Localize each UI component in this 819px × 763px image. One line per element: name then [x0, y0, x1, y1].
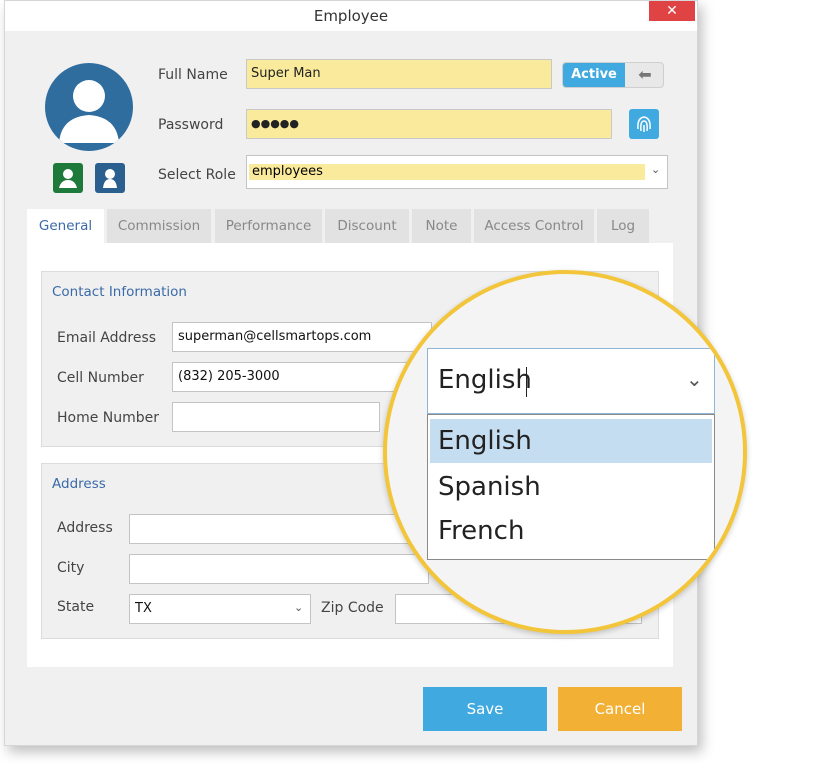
full-name-label: Full Name — [158, 67, 228, 83]
full-name-input[interactable]: Super Man — [246, 59, 552, 89]
language-option-english[interactable]: English — [430, 419, 712, 463]
address-input[interactable] — [129, 514, 429, 544]
email-input[interactable]: superman@cellsmartops.com — [172, 322, 432, 352]
password-label: Password — [158, 117, 224, 133]
text-cursor — [526, 367, 527, 397]
language-select-value: English — [438, 365, 532, 395]
chevron-down-icon: ⌄ — [686, 367, 703, 391]
zip-label: Zip Code — [321, 600, 384, 616]
role-value: employees — [249, 164, 645, 180]
status-toggle[interactable]: Active ⬅ — [562, 62, 664, 88]
city-input[interactable] — [129, 554, 429, 584]
window-title: Employee — [313, 7, 389, 25]
tab-discount[interactable]: Discount — [325, 209, 409, 243]
city-label: City — [57, 560, 85, 576]
language-option-spanish[interactable]: Spanish — [430, 465, 712, 509]
magnifier-lens: English ⌄ English Spanish French — [383, 270, 747, 634]
role-select[interactable]: employees ⌄ — [246, 155, 668, 189]
cell-input[interactable]: (832) 205-3000 — [172, 362, 412, 392]
female-avatar-icon[interactable] — [95, 163, 125, 193]
state-select[interactable]: TX ⌄ — [129, 594, 311, 624]
role-label: Select Role — [158, 167, 236, 183]
home-label: Home Number — [57, 410, 160, 426]
chevron-down-icon: ⌄ — [294, 601, 304, 614]
address-group-title: Address — [52, 476, 106, 492]
contact-group-title: Contact Information — [52, 284, 187, 300]
address-label: Address — [57, 520, 113, 536]
tab-access-control[interactable]: Access Control — [474, 209, 594, 243]
arrow-left-icon: ⬅ — [638, 65, 652, 84]
home-input[interactable] — [172, 402, 380, 432]
tab-general[interactable]: General — [27, 209, 104, 243]
avatar — [45, 63, 133, 151]
password-input[interactable]: ●●●●● — [246, 109, 612, 139]
male-avatar-icon[interactable] — [53, 163, 83, 193]
close-button[interactable]: ✕ — [649, 1, 695, 21]
state-label: State — [57, 599, 95, 615]
language-option-french[interactable]: French — [430, 509, 712, 553]
cancel-button[interactable]: Cancel — [558, 687, 682, 731]
fingerprint-icon[interactable] — [629, 109, 659, 139]
tab-log[interactable]: Log — [597, 209, 649, 243]
tab-note[interactable]: Note — [412, 209, 471, 243]
tab-commission[interactable]: Commission — [107, 209, 211, 243]
cell-label: Cell Number — [57, 370, 144, 386]
state-value: TX — [135, 601, 152, 616]
title-bar: Employee ✕ — [5, 1, 697, 31]
email-label: Email Address — [57, 330, 157, 346]
save-button[interactable]: Save — [423, 687, 547, 731]
status-label: Active — [563, 63, 625, 87]
language-select[interactable]: English ⌄ — [427, 348, 715, 414]
tab-performance[interactable]: Performance — [215, 209, 322, 243]
chevron-down-icon: ⌄ — [651, 163, 661, 176]
language-dropdown-list: English Spanish French — [427, 414, 715, 560]
